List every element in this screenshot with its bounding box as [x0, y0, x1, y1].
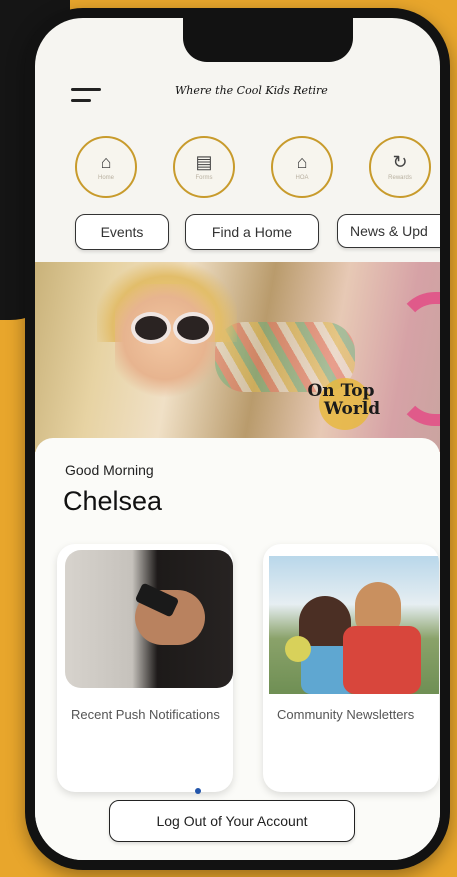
hero-banner[interactable]: On Top World: [35, 262, 440, 452]
card-community-newsletters[interactable]: Community Newsletters: [263, 544, 439, 792]
app-screen: Where the Cool Kids Retire ⌂ Home ▤ Form…: [35, 18, 440, 860]
quick-action-caption: Rewards: [388, 175, 412, 181]
app-title: Where the Cool Kids Retire: [175, 84, 328, 97]
scroll-indicator: [195, 788, 201, 794]
image-decor: [343, 626, 421, 694]
quick-action-caption: HOA: [295, 175, 309, 181]
hero-decor: [131, 312, 171, 344]
quick-action-home[interactable]: ⌂ Home: [75, 136, 137, 198]
quick-action-hoa[interactable]: ⌂ HOA: [271, 136, 333, 198]
document-icon: ▤: [195, 152, 213, 172]
card-label: Community Newsletters: [277, 707, 415, 722]
house-icon: ⌂: [296, 152, 308, 172]
quick-action-forms[interactable]: ▤ Forms: [173, 136, 235, 198]
logout-button[interactable]: Log Out of Your Account: [109, 800, 355, 842]
pill-news-updates[interactable]: News & Upd: [337, 214, 440, 248]
quick-action-caption: Home: [97, 175, 114, 181]
card-image: [65, 550, 233, 688]
hero-decor: [115, 284, 215, 404]
pill-find-a-home[interactable]: Find a Home: [185, 214, 319, 250]
quick-action-caption: Forms: [195, 175, 213, 181]
hamburger-menu-icon[interactable]: [71, 86, 101, 106]
greeting-name: Chelsea: [63, 486, 163, 516]
greeting-salutation: Good Morning: [65, 462, 154, 478]
refresh-home-icon: ↻: [392, 152, 408, 172]
hero-decor: [395, 292, 440, 426]
phone-frame: Where the Cool Kids Retire ⌂ Home ▤ Form…: [25, 8, 450, 870]
card-recent-push-notifications[interactable]: Recent Push Notifications: [57, 544, 233, 792]
pill-events[interactable]: Events: [75, 214, 169, 250]
hero-decor: [173, 312, 213, 344]
image-decor: [285, 636, 311, 662]
on-top-of-the-world-logo: On Top World: [293, 378, 389, 438]
card-label: Recent Push Notifications: [71, 707, 220, 722]
phone-notch: [183, 18, 353, 62]
home-bell-icon: ⌂: [100, 152, 112, 172]
logo-line2: World: [323, 399, 381, 419]
card-image: [269, 556, 439, 694]
quick-action-rewards[interactable]: ↻ Rewards: [369, 136, 431, 198]
logo-line1: On Top: [307, 381, 375, 401]
